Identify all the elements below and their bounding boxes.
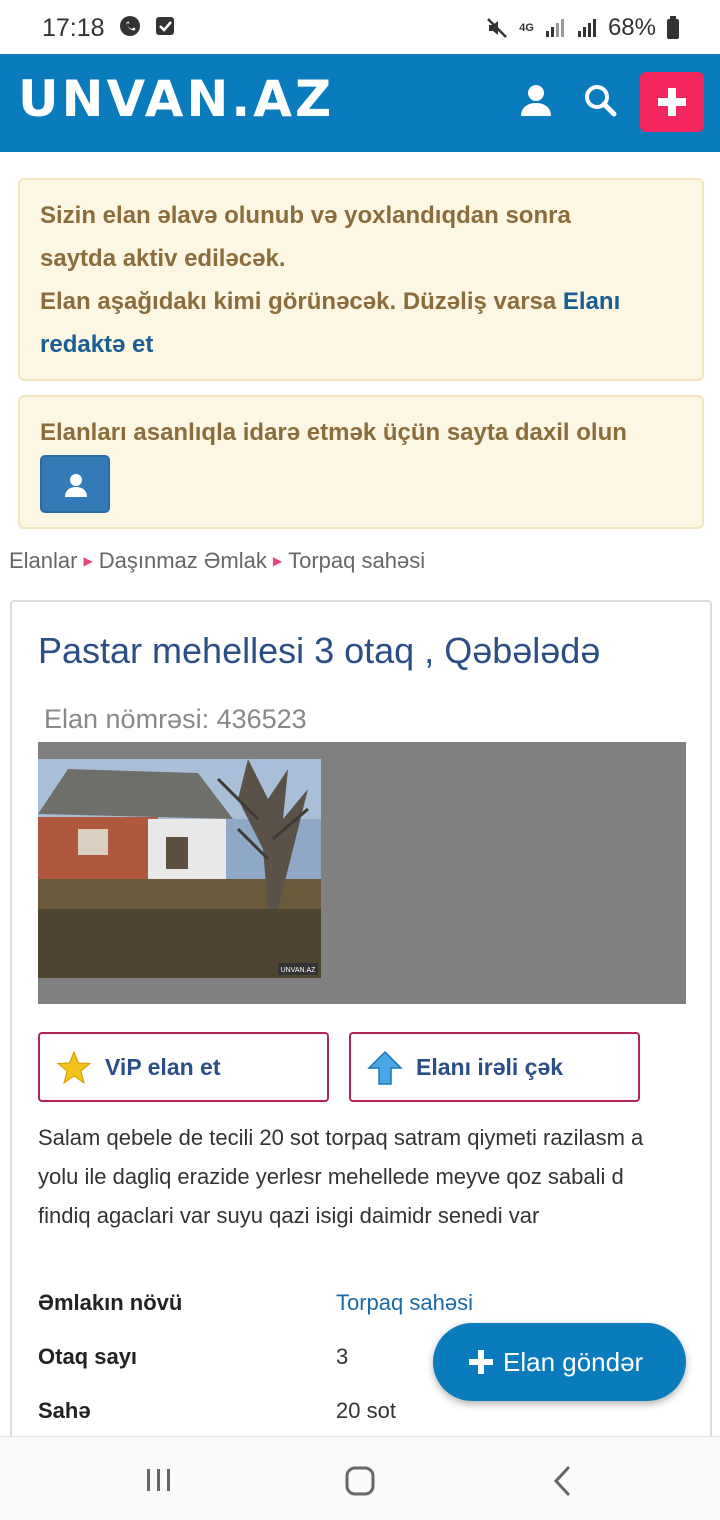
listing-title: Pastar mehellesi 3 otaq , Qəbələdə [38, 630, 601, 671]
property-value-link[interactable]: Torpaq sahəsi [336, 1290, 473, 1316]
photo-gallery[interactable]: UNVAN.AZ [38, 742, 686, 1004]
listing-number: Elan nömrəsi: 436523 [44, 704, 307, 734]
breadcrumb-item[interactable]: Elanlar [9, 548, 77, 574]
property-key: Otaq sayı [38, 1344, 138, 1369]
battery-icon [667, 16, 679, 39]
whatsapp-icon [120, 16, 140, 36]
user-icon [65, 474, 87, 497]
edit-listing-link[interactable]: Elanı [563, 288, 620, 315]
property-key: Sahə [38, 1398, 91, 1423]
login-notice-text: Elanları asanlıqla idarə etmək üçün sayt… [40, 419, 627, 446]
login-notice: Elanları asanlıqla idarə etmək üçün sayt… [18, 395, 704, 529]
status-time: 17:18 [42, 14, 105, 42]
plus-icon [469, 1350, 493, 1374]
breadcrumb-item[interactable]: Torpaq sahəsi [288, 548, 425, 574]
breadcrumb-separator-icon: ▶ [272, 554, 283, 568]
site-logo[interactable]: UNVAN.AZ [18, 70, 334, 128]
signal-icon [545, 19, 564, 37]
plus-icon [658, 88, 686, 116]
back-icon[interactable] [552, 1465, 572, 1497]
status-notification-icons [118, 14, 176, 38]
login-button[interactable] [40, 455, 110, 513]
status-system-icons: 4G 68% [485, 14, 680, 42]
search-icon[interactable] [582, 82, 618, 118]
submit-listing-label: Elan göndər [503, 1347, 644, 1377]
notice-line: Elan aşağıdakı kimi görünəcək. Düzəliş v… [40, 288, 621, 315]
star-icon [56, 1050, 92, 1085]
checkbox-notification-icon [156, 17, 174, 35]
site-header: UNVAN.AZ [0, 54, 720, 152]
breadcrumb-item[interactable]: Daşınmaz Əmlak [99, 548, 267, 574]
signal-icon-2 [577, 19, 596, 37]
bump-listing-label: Elanı irəli çək [416, 1054, 564, 1080]
add-listing-button[interactable] [640, 72, 704, 132]
recent-apps-icon[interactable] [145, 1467, 173, 1493]
property-value: 20 sot [336, 1398, 396, 1423]
breadcrumb-separator-icon: ▶ [83, 554, 93, 568]
notice-line: Sizin elan əlavə olunub və yoxlandıqdan … [40, 202, 571, 229]
property-value: 3 [336, 1344, 349, 1369]
notice-line: saytda aktiv ediləcək. [40, 245, 286, 272]
make-vip-button[interactable]: ViP elan et [38, 1032, 329, 1102]
home-icon[interactable] [344, 1465, 376, 1497]
bump-listing-button[interactable]: Elanı irəli çək [349, 1032, 640, 1102]
submit-listing-fab[interactable]: Elan göndər [433, 1323, 686, 1401]
system-navigation-bar [0, 1436, 720, 1520]
property-key: Əmlakın növü [38, 1290, 183, 1315]
arrow-up-icon [367, 1050, 403, 1085]
photo-watermark: UNVAN.AZ [281, 967, 317, 974]
listing-photo[interactable]: UNVAN.AZ [38, 759, 321, 978]
battery-percent: 68% [607, 14, 656, 41]
network-type: 4G [519, 22, 534, 34]
pending-approval-notice: Sizin elan əlavə olunub və yoxlandıqdan … [18, 178, 704, 381]
edit-listing-link-cont[interactable]: redaktə et [40, 331, 153, 358]
listing-description: Salam qebele de tecili 20 sot torpaq sat… [38, 1125, 644, 1228]
house-photo: UNVAN.AZ [38, 759, 321, 978]
notice-line: redaktə et [40, 323, 682, 366]
user-icon[interactable] [518, 82, 554, 118]
make-vip-label: ViP elan et [105, 1054, 221, 1080]
mute-icon [487, 18, 508, 38]
status-bar: 17:18 4G 68% [0, 0, 720, 54]
breadcrumb: Elanlar ▶ Daşınmaz Əmlak ▶ Torpaq sahəsi [9, 548, 425, 574]
